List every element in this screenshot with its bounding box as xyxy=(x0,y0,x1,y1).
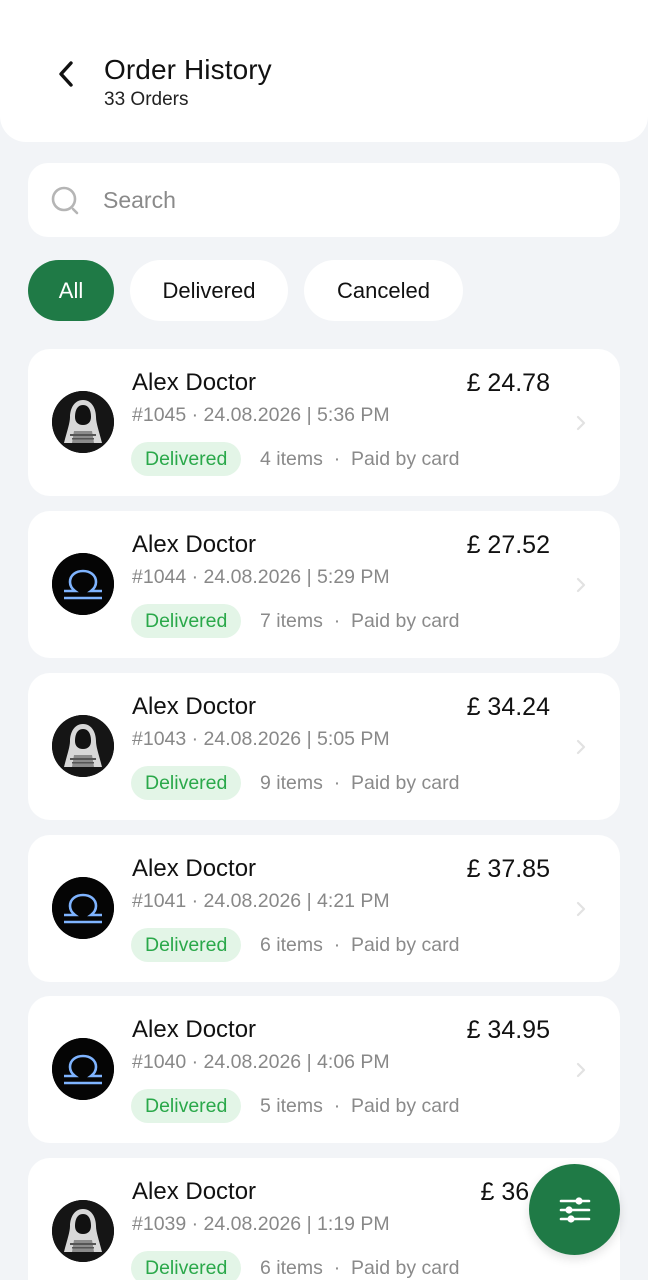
order-total: £ 34.95 xyxy=(466,1016,550,1044)
customer-name: Alex Doctor xyxy=(132,369,257,396)
order-card[interactable]: Alex Doctor £ 37.85 #1041 · 24.08.2026 |… xyxy=(28,835,620,982)
order-details: 6 items · Paid by card xyxy=(260,1257,459,1280)
order-details: 9 items · Paid by card xyxy=(260,772,459,795)
order-total: £ 27.52 xyxy=(466,531,550,559)
details-separator: · xyxy=(333,772,341,794)
payment-method: Paid by card xyxy=(351,610,460,632)
libra-symbol-icon xyxy=(52,553,114,615)
customer-name: Alex Doctor xyxy=(132,693,257,720)
item-count: 4 items xyxy=(260,448,323,470)
chevron-right-icon xyxy=(576,415,586,431)
filter-chip-label: Delivered xyxy=(162,277,256,303)
page-title: Order History xyxy=(104,54,272,85)
status-badge: Delivered xyxy=(131,604,242,638)
status-badge: Delivered xyxy=(131,1251,242,1280)
payment-method: Paid by card xyxy=(351,934,460,956)
item-count: 5 items xyxy=(260,1095,323,1117)
hooded-figure-icon xyxy=(52,391,114,453)
customer-name: Alex Doctor xyxy=(132,1178,257,1205)
item-count: 7 items xyxy=(260,610,323,632)
details-separator: · xyxy=(333,610,341,632)
order-meta: #1043 · 24.08.2026 | 5:05 PM xyxy=(132,728,390,750)
order-details: 6 items · Paid by card xyxy=(260,934,459,957)
order-total: £ 24.78 xyxy=(466,369,550,397)
filter-chip-label: Canceled xyxy=(337,277,430,303)
avatar xyxy=(52,391,114,453)
item-count: 9 items xyxy=(260,772,323,794)
hooded-figure-icon xyxy=(52,1200,114,1262)
order-total: £ 37.85 xyxy=(466,855,550,883)
payment-method: Paid by card xyxy=(351,1095,460,1117)
filter-chip-all[interactable]: All xyxy=(28,260,114,321)
item-count: 6 items xyxy=(260,1257,323,1279)
search-icon xyxy=(51,186,79,215)
filter-chip-canceled[interactable]: Canceled xyxy=(304,260,463,321)
avatar xyxy=(52,715,114,777)
order-total: £ 34.24 xyxy=(466,693,550,721)
avatar xyxy=(52,553,114,615)
libra-symbol-icon xyxy=(52,1038,114,1100)
order-count: 33 Orders xyxy=(104,89,189,110)
filter-sliders-icon xyxy=(559,1196,590,1223)
chevron-right-icon xyxy=(576,901,586,917)
details-separator: · xyxy=(333,448,341,470)
details-separator: · xyxy=(333,934,341,956)
avatar xyxy=(52,877,114,939)
order-card[interactable]: Alex Doctor £ 34.95 #1040 · 24.08.2026 |… xyxy=(28,996,620,1143)
details-separator: · xyxy=(333,1095,341,1117)
order-meta: #1041 · 24.08.2026 | 4:21 PM xyxy=(132,890,390,912)
order-card[interactable]: Alex Doctor £ 34.24 #1043 · 24.08.2026 |… xyxy=(28,673,620,820)
avatar xyxy=(52,1038,114,1100)
app-header: Order History 33 Orders xyxy=(0,0,648,142)
status-badge: Delivered xyxy=(131,442,242,476)
item-count: 6 items xyxy=(260,934,323,956)
order-card[interactable]: Alex Doctor £ 27.52 #1044 · 24.08.2026 |… xyxy=(28,511,620,658)
status-badge: Delivered xyxy=(131,1089,242,1123)
chevron-right-icon xyxy=(576,739,586,755)
filter-fab-button[interactable] xyxy=(529,1164,620,1255)
customer-name: Alex Doctor xyxy=(132,855,257,882)
customer-name: Alex Doctor xyxy=(132,1016,257,1043)
libra-symbol-icon xyxy=(52,877,114,939)
order-details: 5 items · Paid by card xyxy=(260,1095,459,1118)
chevron-left-icon xyxy=(59,61,73,87)
filter-chip-label: All xyxy=(58,277,84,303)
order-details: 4 items · Paid by card xyxy=(260,448,459,471)
payment-method: Paid by card xyxy=(351,772,460,794)
chevron-right-icon xyxy=(576,1062,586,1078)
filter-chip-delivered[interactable]: Delivered xyxy=(130,260,288,321)
details-separator: · xyxy=(333,1257,341,1279)
payment-method: Paid by card xyxy=(351,1257,460,1279)
order-meta: #1040 · 24.08.2026 | 4:06 PM xyxy=(132,1051,390,1073)
order-meta: #1045 · 24.08.2026 | 5:36 PM xyxy=(132,404,390,426)
hooded-figure-icon xyxy=(52,715,114,777)
back-button[interactable] xyxy=(46,54,86,94)
chevron-right-icon xyxy=(576,577,586,593)
avatar xyxy=(52,1200,114,1262)
customer-name: Alex Doctor xyxy=(132,531,257,558)
order-details: 7 items · Paid by card xyxy=(260,610,459,633)
payment-method: Paid by card xyxy=(351,448,460,470)
search-input[interactable] xyxy=(103,179,583,221)
order-card[interactable]: Alex Doctor £ 24.78 #1045 · 24.08.2026 |… xyxy=(28,349,620,496)
status-badge: Delivered xyxy=(131,766,242,800)
order-meta: #1039 · 24.08.2026 | 1:19 PM xyxy=(132,1213,390,1235)
order-meta: #1044 · 24.08.2026 | 5:29 PM xyxy=(132,566,390,588)
search-bar[interactable] xyxy=(28,163,620,237)
status-badge: Delivered xyxy=(131,928,242,962)
